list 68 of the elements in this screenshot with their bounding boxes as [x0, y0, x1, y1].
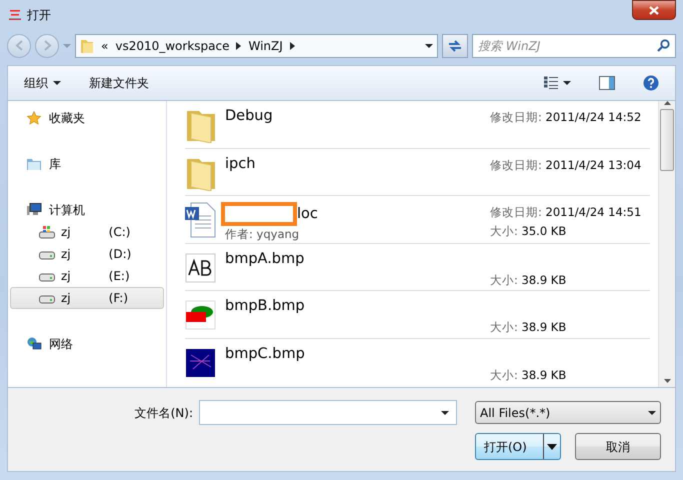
caret-icon — [53, 81, 61, 85]
file-detail: 大小: 38.9 KB — [490, 366, 568, 384]
file-name-label: 文件名(N): — [134, 404, 193, 422]
file-detail: 修改日期: 2011/4/24 14:52 — [490, 109, 642, 126]
file-name: bmpC.bmp — [225, 346, 305, 362]
computer-icon — [27, 203, 43, 217]
search-field[interactable]: 搜索 WinZJ — [472, 34, 676, 58]
close-button[interactable] — [632, 0, 676, 20]
file-name-field[interactable] — [199, 400, 457, 425]
star-icon — [27, 111, 43, 125]
vertical-scrollbar[interactable] — [658, 101, 675, 387]
cancel-button[interactable]: 取消 — [575, 433, 661, 460]
breadcrumb-item[interactable]: WinZJ — [248, 36, 283, 54]
file-detail: 大小: 35.0 KB — [490, 223, 568, 240]
file-row[interactable]: bmpC.bmp 大小: 38.9 KB — [185, 338, 650, 386]
file-type-dropdown[interactable]: All Files(*.*) — [475, 401, 661, 424]
list-view-icon — [544, 76, 558, 90]
overflow-chevron[interactable]: « — [101, 36, 108, 54]
file-name: bmpA.bmp — [225, 250, 304, 266]
caret-icon — [563, 81, 571, 85]
file-author: 作者: yqyang — [225, 226, 300, 243]
organize-menu-button[interactable]: 组织 — [20, 72, 65, 94]
help-icon — [643, 75, 659, 91]
search-icon — [657, 38, 670, 52]
folder-icon — [80, 38, 94, 54]
file-row[interactable]: loc 作者: yqyang 修改日期: 2011/4/24 14:51 大小: 35.0 KB — [185, 196, 650, 244]
caret-icon[interactable] — [425, 44, 433, 48]
refresh-arrows-icon — [447, 38, 463, 52]
caret-icon[interactable] — [441, 411, 449, 415]
file-name: Debug — [225, 108, 273, 124]
file-row[interactable]: bmpA.bmp 大小: 38.9 KB — [185, 244, 650, 291]
window-title: 打开 — [27, 7, 51, 24]
refresh-button[interactable] — [442, 34, 468, 58]
sidebar-item[interactable]: zj (D:) — [10, 243, 164, 265]
chevron-icon[interactable] — [290, 42, 295, 50]
file-detail: 修改日期: 2011/4/24 14:51 — [490, 204, 642, 221]
file-name: loc — [297, 206, 318, 222]
word-document-icon — [185, 202, 217, 238]
sidebar-item[interactable]: zj (F:) — [10, 287, 164, 309]
breadcrumb-item[interactable]: vs2010_workspace — [115, 36, 230, 54]
file-row[interactable]: bmpB.bmp 大小: 38.9 KB — [185, 291, 650, 338]
address-bar[interactable]: « vs2010_workspace WinZJ — [75, 34, 438, 58]
file-detail: 修改日期: 2011/4/24 13:04 — [490, 156, 642, 174]
chevron-icon[interactable] — [236, 42, 242, 50]
close-icon — [649, 6, 659, 14]
file-row[interactable]: Debug 修改日期: 2011/4/24 14:52 — [185, 101, 650, 148]
sidebar-item[interactable]: 收藏夹 — [10, 107, 164, 129]
library-folder-icon — [27, 157, 43, 171]
file-name: ipch — [225, 156, 256, 172]
file-detail: 大小: 38.9 KB — [490, 272, 568, 288]
scroll-down-icon[interactable] — [664, 379, 670, 383]
caret-icon — [547, 444, 557, 450]
scroll-thumb[interactable] — [660, 109, 674, 171]
sidebar-item[interactable]: 计算机 — [10, 199, 164, 221]
new-folder-button[interactable]: 新建文件夹 — [85, 72, 153, 94]
sidebar-item[interactable]: zj (C:) — [10, 221, 164, 243]
open-split-button[interactable]: 打开(O) — [475, 433, 561, 460]
app-icon — [9, 9, 21, 21]
system-drive-icon — [39, 225, 55, 239]
sidebar-item[interactable]: 库 — [10, 153, 164, 175]
file-name: bmpB.bmp — [225, 298, 305, 314]
sidebar-item[interactable]: zj (E:) — [10, 265, 164, 287]
file-detail: 大小: 38.9 KB — [490, 319, 568, 336]
file-row[interactable]: ipch 修改日期: 2011/4/24 13:04 — [185, 148, 650, 196]
network-globe-icon — [27, 337, 43, 351]
sidebar-item[interactable]: 网络 — [10, 333, 164, 355]
caret-icon — [648, 410, 656, 414]
pane-icon — [599, 76, 615, 90]
